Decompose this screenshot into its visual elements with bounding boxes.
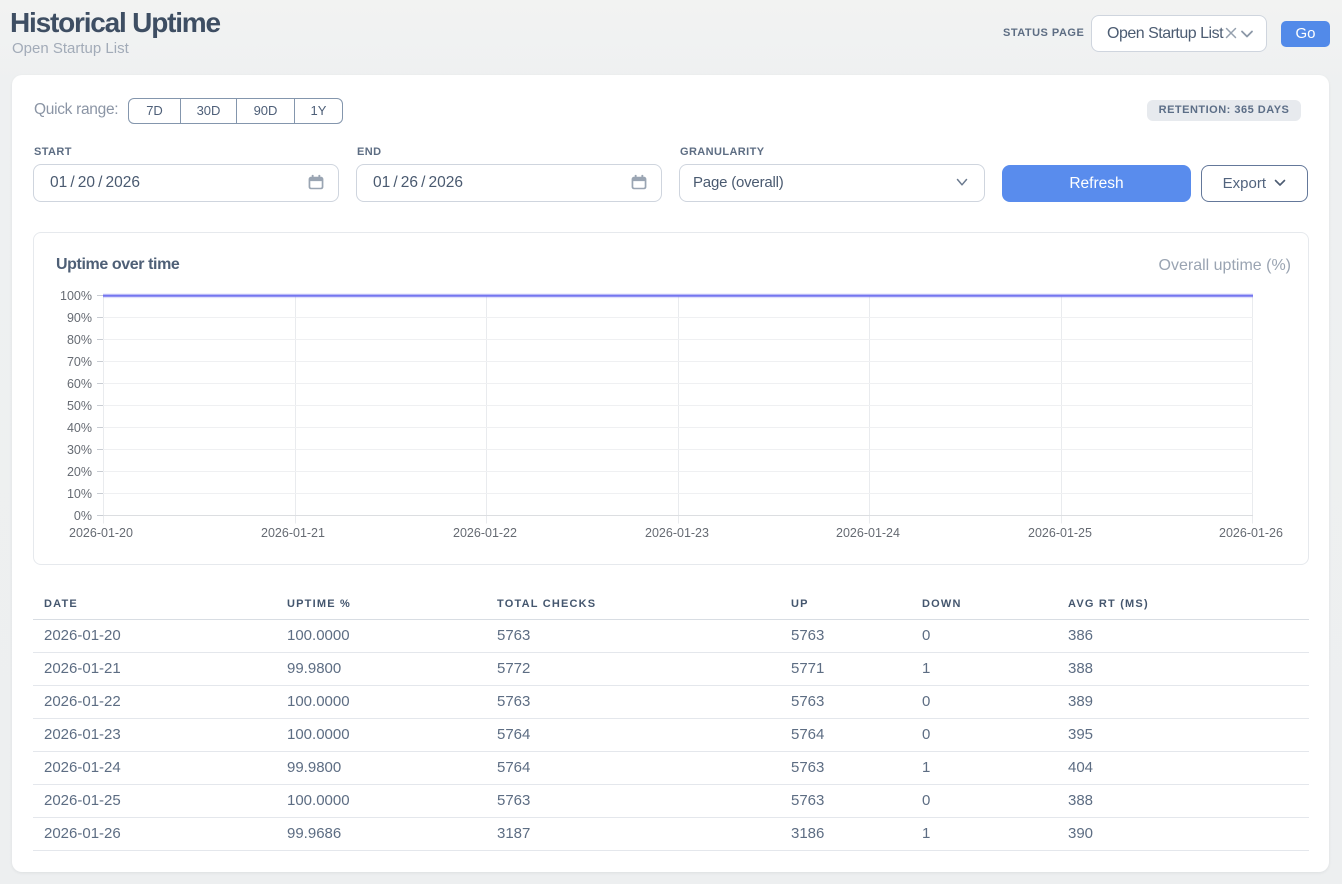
svg-text:50%: 50% bbox=[67, 399, 92, 413]
svg-text:100%: 100% bbox=[60, 289, 92, 303]
svg-text:2026-01-20: 2026-01-20 bbox=[69, 526, 133, 540]
svg-text:0%: 0% bbox=[74, 509, 92, 523]
svg-text:90%: 90% bbox=[67, 311, 92, 325]
svg-text:2026-01-23: 2026-01-23 bbox=[645, 526, 709, 540]
svg-text:80%: 80% bbox=[67, 333, 92, 347]
svg-text:10%: 10% bbox=[67, 487, 92, 501]
svg-text:70%: 70% bbox=[67, 355, 92, 369]
svg-text:2026-01-22: 2026-01-22 bbox=[453, 526, 517, 540]
svg-text:2026-01-24: 2026-01-24 bbox=[836, 526, 900, 540]
svg-text:60%: 60% bbox=[67, 377, 92, 391]
svg-text:30%: 30% bbox=[67, 443, 92, 457]
svg-text:2026-01-21: 2026-01-21 bbox=[261, 526, 325, 540]
svg-text:40%: 40% bbox=[67, 421, 92, 435]
svg-text:2026-01-25: 2026-01-25 bbox=[1028, 526, 1092, 540]
svg-text:20%: 20% bbox=[67, 465, 92, 479]
svg-text:2026-01-26: 2026-01-26 bbox=[1219, 526, 1283, 540]
